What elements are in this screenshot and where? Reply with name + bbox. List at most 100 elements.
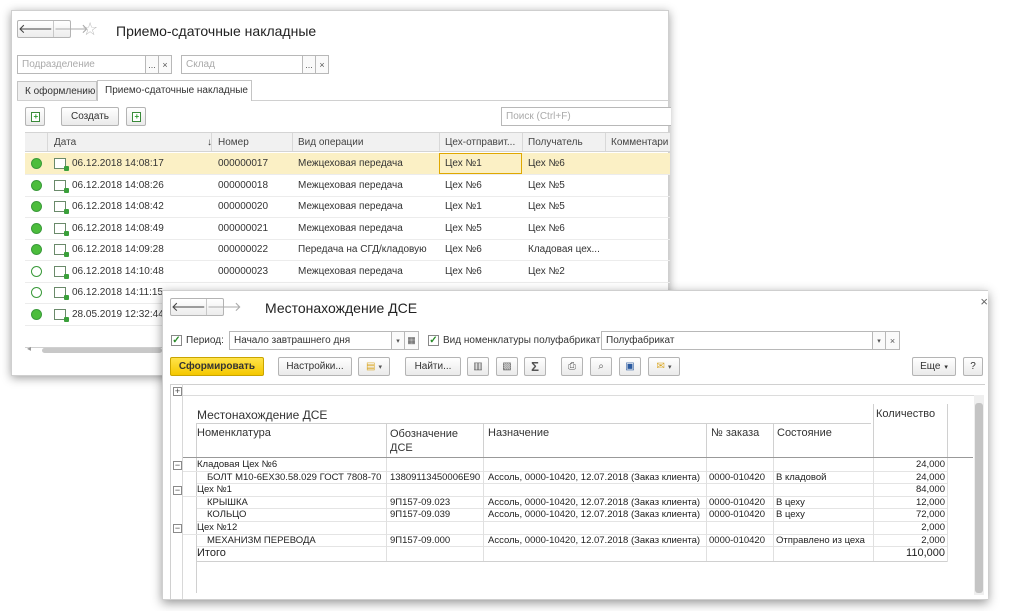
table-row[interactable]: 06.12.2018 14:09:28 000000022 Передача на … [25,239,670,261]
table-row[interactable]: 28.05.2019 12:32:44 [25,304,165,326]
item-designation: 9П157-09.039 [390,509,451,521]
save-icon[interactable]: ▣ [619,357,641,376]
send-email-dropdown[interactable]: ✉ ▾ [648,357,680,376]
header-bottom-line [183,457,973,458]
variants-dropdown-button[interactable]: ▤ ▾ [358,357,390,376]
folder-icon: ▤ [366,361,376,372]
column-separator [706,458,707,562]
row-line [197,483,947,485]
cell-receiver: Цех №5 [528,179,565,191]
scroll-left-icon[interactable]: ◂ [27,344,31,353]
nomenclature-checkbox[interactable]: ✓ [428,335,439,346]
item-qty: 24,000 [915,471,945,483]
status-icon [31,265,42,277]
expand-groups-icon[interactable]: ▧ [496,357,518,376]
table-row[interactable]: 06.12.2018 14:08:42 000000020 Межцеховая п… [25,196,670,218]
nomenclature-field[interactable]: Полуфабрикат [601,331,873,350]
tab-baseline [17,100,97,101]
nomenclature-clear-button[interactable]: × [885,331,900,350]
cell-date: 28.05.2019 12:32:44 [72,308,164,320]
expand-all-icon[interactable]: + [173,387,182,396]
item-state: В кладовой [776,471,827,483]
collapse-group-icon[interactable]: − [173,524,182,533]
item-purpose: Ассоль, 0000-10420, 12.07.2018 (Заказ кл… [488,534,701,546]
calendar-icon[interactable]: ▦ [404,331,419,350]
report-window-title: Местонахождение ДСЕ [265,300,418,316]
document-icon [54,244,69,257]
cell-operation: Межцеховая передача [298,158,403,169]
status-icon [31,287,42,298]
group-qty: 84,000 [915,484,945,496]
add-by-copy-button[interactable] [126,107,146,126]
department-clear-button[interactable]: × [158,55,172,74]
add-doc-icon [30,111,40,122]
document-icon [54,201,69,214]
cell-number: 000000018 [218,179,269,191]
period-field[interactable]: Начало завтрашнего дня [229,331,392,350]
cell-number: 000000020 [218,201,269,212]
tab-baseline-right [252,100,670,101]
col-number[interactable]: Номер [218,137,249,148]
collapse-group-icon[interactable]: − [173,486,182,496]
table-row[interactable]: 06.12.2018 14:10:48 000000023 Межцеховая п… [25,261,670,283]
department-field[interactable]: Подразделение [17,55,147,74]
generate-button[interactable]: Сформировать [170,357,264,376]
col-operation[interactable]: Вид операции [298,137,363,148]
tab-to-process[interactable]: К оформлению [17,81,97,101]
col-designation: Обозначение ДСЕ [390,428,459,454]
period-dropdown-icon[interactable]: ▾ [391,331,405,350]
period-checkbox[interactable]: ✓ [171,335,182,346]
table-row[interactable]: 06.12.2018 14:11:15 [25,282,165,304]
back-arrow-icon[interactable]: 🡐 [18,21,53,37]
group-name: Цех №1 [197,484,232,496]
help-button[interactable]: ? [963,357,983,376]
back-arrow-icon[interactable]: 🡐 [171,299,206,315]
item-purpose: Ассоль, 0000-10420, 12.07.2018 (Заказ кл… [488,496,701,508]
document-icon [54,287,69,300]
item-designation: 9П157-09.000 [390,534,451,546]
item-order: 0000-010420 [709,471,765,483]
settings-button[interactable]: Настройки... [278,357,352,376]
preview-icon[interactable]: ⌕ [590,357,612,376]
warehouse-field[interactable]: Склад [181,55,303,74]
table-row[interactable]: 06.12.2018 14:08:17 000000017 Межцеховая п… [25,153,670,175]
more-button[interactable]: Еще ▾ [912,357,956,376]
collapse-groups-icon[interactable]: ▥ [467,357,489,376]
horizontal-scrollbar[interactable] [42,348,162,353]
col-date[interactable]: Дата [54,137,76,148]
search-input[interactable]: Поиск (Ctrl+F) [501,107,671,126]
window-title: Приемо-сдаточные накладные [116,23,317,39]
col-sender[interactable]: Цех-отправит... [445,137,515,148]
col-receiver[interactable]: Получатель [528,137,583,148]
create-button[interactable]: Создать [61,107,119,126]
document-icon [54,158,69,171]
nav-buttons: 🡐 🡒 [17,20,89,38]
warehouse-clear-button[interactable]: × [315,55,329,74]
row-line [197,546,947,548]
cell-sender: Цех №6 [445,179,482,191]
tab-delivery-notes[interactable]: Приемо-сдаточные накладные [97,80,252,101]
cell-receiver: Цех №2 [528,265,565,277]
nomenclature-dropdown-icon[interactable]: ▾ [872,331,886,350]
find-button[interactable]: Найти... [405,357,461,376]
cell-number: 000000021 [218,222,269,234]
department-select-button[interactable]: ... [145,55,159,74]
table-row[interactable]: 06.12.2018 14:08:26 000000018 Межцеховая п… [25,175,670,197]
cell-sender: Цех №1 [445,201,482,212]
copy-doc-icon [131,111,141,122]
forward-arrow-icon[interactable]: 🡒 [205,299,242,315]
add-copy-button[interactable] [25,107,45,126]
qty-col-right [947,404,948,458]
collapse-group-icon[interactable]: − [173,461,182,470]
sum-icon[interactable]: Σ [524,357,546,376]
col-comment[interactable]: Комментари [611,137,668,148]
table-row[interactable]: 06.12.2018 14:08:49 000000021 Межцеховая п… [25,218,670,240]
item-designation: 9П157-09.023 [390,496,451,508]
col-nomenclature: Номенклатура [197,427,271,439]
close-icon[interactable]: × [980,294,988,309]
warehouse-select-button[interactable]: ... [302,55,316,74]
favorite-star-icon[interactable]: ☆ [82,19,98,40]
vertical-scrollbar[interactable] [975,403,983,593]
col-sep-3 [706,423,707,458]
print-icon[interactable]: ⎙ [561,357,583,376]
